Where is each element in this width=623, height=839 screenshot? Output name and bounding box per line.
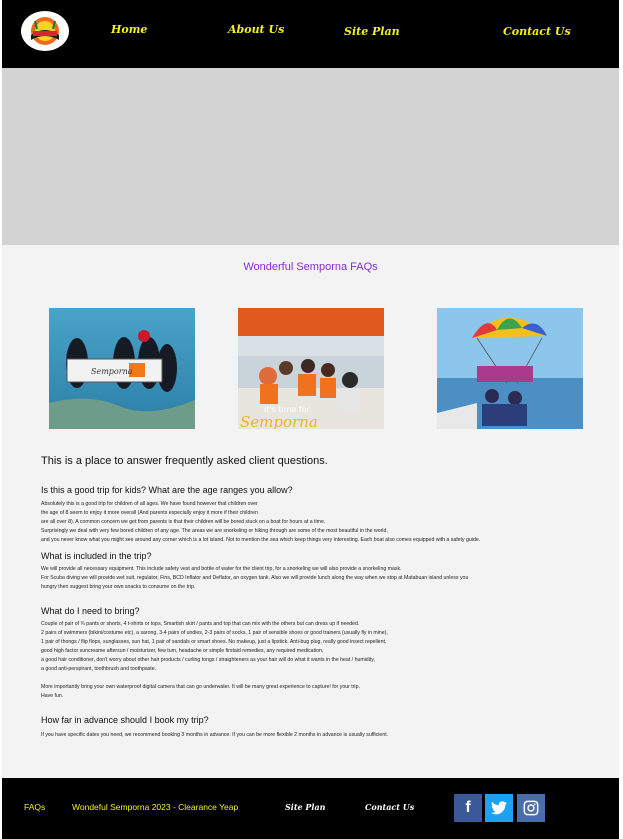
- answer-line: Surprisingly we deal with very few bored…: [41, 528, 388, 534]
- faq-content: This is a place to answer frequently ask…: [41, 455, 581, 740]
- twitter-bird-icon: [491, 801, 507, 815]
- answer-line: Have fun.: [41, 693, 64, 699]
- hero-banner: [2, 68, 619, 245]
- answer-line: a good hair conditioner, don't worry abo…: [41, 657, 375, 663]
- page-title: Wonderful Semporna FAQs: [243, 261, 378, 273]
- footer-contact-link[interactable]: Contact Us: [365, 802, 414, 812]
- faq-answer: Couple of pair of ¾ pants or shorts, 4 t…: [41, 620, 581, 701]
- faq-question: What do I need to bring?: [41, 606, 140, 616]
- photo-boat-group: it's time for Semporna: [238, 308, 384, 429]
- photo-caption-big: Semporna: [240, 413, 318, 429]
- answer-line: We will provide all necessary equipment.…: [41, 566, 402, 572]
- instagram-icon[interactable]: [517, 794, 545, 822]
- answer-line: More importantly bring your own waterpro…: [41, 684, 360, 690]
- nav-contact-us[interactable]: Contact Us: [503, 25, 571, 38]
- logo-image: [31, 17, 59, 45]
- facebook-glyph: f: [465, 799, 471, 816]
- photo-parasailing: [437, 308, 583, 429]
- faq-question: What is included in the trip?: [41, 551, 152, 561]
- answer-line: 1 pair of thongs / flip flops, sunglasse…: [41, 639, 387, 645]
- answer-line: a good anti-perspirant, toothbrush and t…: [41, 666, 157, 672]
- twitter-icon[interactable]: [485, 794, 513, 822]
- logo[interactable]: [21, 11, 69, 51]
- answer-line: 2 pairs of swimmers (bikini/costume etc)…: [41, 630, 388, 636]
- answer-line: For Scuba diving we will provide wet sui…: [41, 575, 469, 581]
- faq-answer: Absolutely this is a good trip for child…: [41, 500, 581, 545]
- answer-line: Couple of pair of ¾ pants or shorts, 4 t…: [41, 621, 360, 627]
- footer: FAQs Wondeful Semporna 2023 - Clearance …: [2, 778, 619, 839]
- answer-line: Absolutely this is a good trip for child…: [41, 501, 258, 507]
- nav-about-us[interactable]: About Us: [228, 23, 284, 36]
- page: Home About Us Site Plan Contact Us Wonde…: [2, 0, 619, 839]
- footer-faqs-link[interactable]: FAQs: [24, 802, 45, 812]
- answer-line: [41, 674, 581, 683]
- instagram-camera-icon: [523, 800, 539, 816]
- faq-question: Is this a good trip for kids? What are t…: [41, 485, 293, 495]
- header: Home About Us Site Plan Contact Us: [2, 0, 619, 68]
- answer-line: the age of 8 seem to enjoy it more overa…: [41, 510, 258, 516]
- facebook-icon[interactable]: f: [454, 794, 482, 822]
- answer-line: hungry then suggest bring your own snack…: [41, 584, 196, 590]
- answer-line: If you have specific dates you need, we …: [41, 732, 389, 738]
- footer-copyright: Wondeful Semporna 2023 - Clearance Yeap: [72, 802, 239, 812]
- nav-site-plan[interactable]: Site Plan: [344, 25, 400, 38]
- photo-diving: Semporna: [49, 308, 195, 429]
- footer-site-plan-link[interactable]: Site Plan: [285, 802, 325, 812]
- answer-line: are all over 8). A common concern we get…: [41, 519, 326, 525]
- faq-answer: If you have specific dates you need, we …: [41, 731, 581, 740]
- faq-intro: This is a place to answer frequently ask…: [41, 455, 328, 467]
- faq-question: How far in advance should I book my trip…: [41, 715, 209, 725]
- answer-line: good high factor suncreame aftersun / mo…: [41, 648, 324, 654]
- faq-answer: We will provide all necessary equipment.…: [41, 565, 581, 592]
- nav-home[interactable]: Home: [111, 23, 147, 36]
- svg-text:Semporna: Semporna: [91, 367, 133, 376]
- answer-line: and you never know what you might see ar…: [41, 537, 481, 543]
